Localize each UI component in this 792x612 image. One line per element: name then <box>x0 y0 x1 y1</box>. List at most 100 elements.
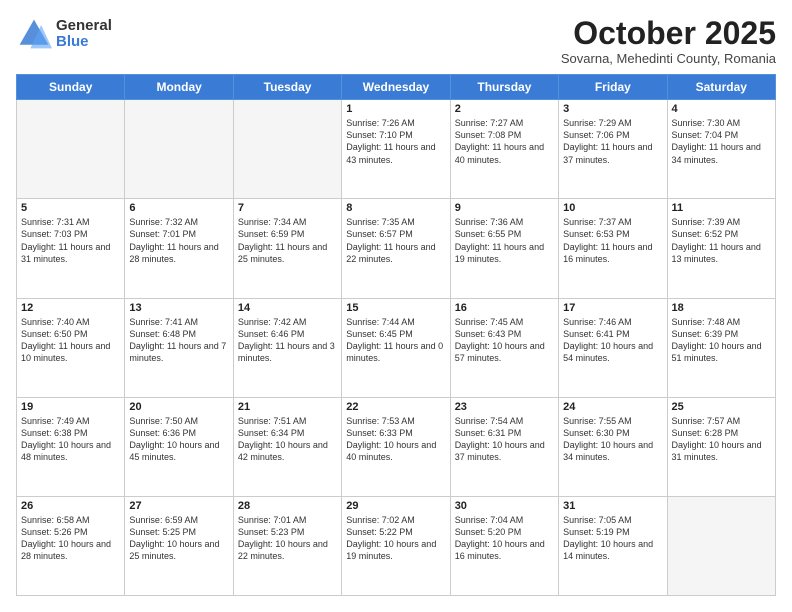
day-number: 30 <box>455 500 554 512</box>
day-cell-28: 28 Sunrise: 7:01 AMSunset: 5:23 PMDayligh… <box>233 496 341 595</box>
day-number: 27 <box>129 500 228 512</box>
day-cell-18: 18 Sunrise: 7:48 AMSunset: 6:39 PMDayligh… <box>667 298 775 397</box>
day-number: 15 <box>346 302 445 314</box>
day-number: 22 <box>346 401 445 413</box>
logo-blue: Blue <box>56 34 112 51</box>
day-info: Sunrise: 7:51 AMSunset: 6:34 PMDaylight:… <box>238 415 337 464</box>
day-number: 7 <box>238 202 337 214</box>
day-info: Sunrise: 7:34 AMSunset: 6:59 PMDaylight:… <box>238 216 337 265</box>
day-info: Sunrise: 7:32 AMSunset: 7:01 PMDaylight:… <box>129 216 228 265</box>
day-cell-16: 16 Sunrise: 7:45 AMSunset: 6:43 PMDayligh… <box>450 298 558 397</box>
weekday-header-friday: Friday <box>559 75 667 100</box>
month-title: October 2025 <box>561 16 776 51</box>
day-cell-3: 3 Sunrise: 7:29 AMSunset: 7:06 PMDaylight… <box>559 100 667 199</box>
day-cell-12: 12Sunrise: 7:40 AMSunset: 6:50 PMDayligh… <box>17 298 125 397</box>
day-info: Sunrise: 7:37 AMSunset: 6:53 PMDaylight:… <box>563 216 662 265</box>
day-number: 21 <box>238 401 337 413</box>
day-number: 9 <box>455 202 554 214</box>
day-number: 28 <box>238 500 337 512</box>
day-info: Sunrise: 7:05 AMSunset: 5:19 PMDaylight:… <box>563 514 662 563</box>
day-number: 6 <box>129 202 228 214</box>
logo-general: General <box>56 18 112 35</box>
weekday-header-thursday: Thursday <box>450 75 558 100</box>
day-info: Sunrise: 7:42 AMSunset: 6:46 PMDaylight:… <box>238 316 337 365</box>
day-cell-13: 13 Sunrise: 7:41 AMSunset: 6:48 PMDayligh… <box>125 298 233 397</box>
day-cell-29: 29Sunrise: 7:02 AMSunset: 5:22 PMDayligh… <box>342 496 450 595</box>
day-cell-8: 8Sunrise: 7:35 AMSunset: 6:57 PMDaylight… <box>342 199 450 298</box>
day-info: Sunrise: 7:57 AMSunset: 6:28 PMDaylight:… <box>672 415 771 464</box>
day-info: Sunrise: 7:35 AMSunset: 6:57 PMDaylight:… <box>346 216 445 265</box>
day-number: 5 <box>21 202 120 214</box>
day-cell-27: 27Sunrise: 6:59 AMSunset: 5:25 PMDayligh… <box>125 496 233 595</box>
logo-text: General Blue <box>56 18 112 51</box>
day-cell-15: 15 Sunrise: 7:44 AMSunset: 6:45 PMDayligh… <box>342 298 450 397</box>
empty-cell <box>17 100 125 199</box>
day-number: 31 <box>563 500 662 512</box>
day-info: Sunrise: 7:50 AMSunset: 6:36 PMDaylight:… <box>129 415 228 464</box>
day-number: 20 <box>129 401 228 413</box>
day-info: Sunrise: 7:27 AMSunset: 7:08 PMDaylight:… <box>455 117 554 166</box>
day-number: 4 <box>672 103 771 115</box>
day-info: Sunrise: 7:49 AMSunset: 6:38 PMDaylight:… <box>21 415 120 464</box>
location-subtitle: Sovarna, Mehedinti County, Romania <box>561 51 776 66</box>
day-cell-20: 20 Sunrise: 7:50 AMSunset: 6:36 PMDayligh… <box>125 397 233 496</box>
day-info: Sunrise: 7:48 AMSunset: 6:39 PMDaylight:… <box>672 316 771 365</box>
day-number: 24 <box>563 401 662 413</box>
day-number: 3 <box>563 103 662 115</box>
day-cell-23: 23Sunrise: 7:54 AMSunset: 6:31 PMDayligh… <box>450 397 558 496</box>
day-cell-9: 9 Sunrise: 7:36 AMSunset: 6:55 PMDaylight… <box>450 199 558 298</box>
day-number: 19 <box>21 401 120 413</box>
weekday-header-saturday: Saturday <box>667 75 775 100</box>
day-cell-4: 4Sunrise: 7:30 AMSunset: 7:04 PMDaylight… <box>667 100 775 199</box>
day-cell-22: 22 Sunrise: 7:53 AMSunset: 6:33 PMDayligh… <box>342 397 450 496</box>
day-number: 18 <box>672 302 771 314</box>
weekday-header-monday: Monday <box>125 75 233 100</box>
day-cell-26: 26 Sunrise: 6:58 AMSunset: 5:26 PMDayligh… <box>17 496 125 595</box>
day-info: Sunrise: 7:44 AMSunset: 6:45 PMDaylight:… <box>346 316 445 365</box>
calendar: SundayMondayTuesdayWednesdayThursdayFrid… <box>16 74 776 596</box>
day-number: 11 <box>672 202 771 214</box>
day-info: Sunrise: 7:29 AMSunset: 7:06 PMDaylight:… <box>563 117 662 166</box>
weekday-header-tuesday: Tuesday <box>233 75 341 100</box>
weekday-header-wednesday: Wednesday <box>342 75 450 100</box>
empty-cell <box>233 100 341 199</box>
day-number: 10 <box>563 202 662 214</box>
day-number: 1 <box>346 103 445 115</box>
day-number: 13 <box>129 302 228 314</box>
day-cell-6: 6 Sunrise: 7:32 AMSunset: 7:01 PMDaylight… <box>125 199 233 298</box>
day-cell-7: 7 Sunrise: 7:34 AMSunset: 6:59 PMDaylight… <box>233 199 341 298</box>
day-info: Sunrise: 7:02 AMSunset: 5:22 PMDaylight:… <box>346 514 445 563</box>
day-number: 23 <box>455 401 554 413</box>
day-info: Sunrise: 7:53 AMSunset: 6:33 PMDaylight:… <box>346 415 445 464</box>
day-cell-17: 17Sunrise: 7:46 AMSunset: 6:41 PMDayligh… <box>559 298 667 397</box>
day-cell-2: 2Sunrise: 7:27 AMSunset: 7:08 PMDaylight… <box>450 100 558 199</box>
day-cell-31: 31 Sunrise: 7:05 AMSunset: 5:19 PMDayligh… <box>559 496 667 595</box>
day-number: 26 <box>21 500 120 512</box>
day-cell-10: 10 Sunrise: 7:37 AMSunset: 6:53 PMDayligh… <box>559 199 667 298</box>
day-info: Sunrise: 7:31 AMSunset: 7:03 PMDaylight:… <box>21 216 120 265</box>
title-area: October 2025 Sovarna, Mehedinti County, … <box>561 16 776 66</box>
day-number: 14 <box>238 302 337 314</box>
empty-cell <box>667 496 775 595</box>
week-row-1: 1Sunrise: 7:26 AMSunset: 7:10 PMDaylight… <box>17 100 776 199</box>
empty-cell <box>125 100 233 199</box>
day-info: Sunrise: 6:58 AMSunset: 5:26 PMDaylight:… <box>21 514 120 563</box>
day-number: 16 <box>455 302 554 314</box>
day-info: Sunrise: 7:41 AMSunset: 6:48 PMDaylight:… <box>129 316 228 365</box>
day-info: Sunrise: 7:36 AMSunset: 6:55 PMDaylight:… <box>455 216 554 265</box>
week-row-5: 26 Sunrise: 6:58 AMSunset: 5:26 PMDayligh… <box>17 496 776 595</box>
day-info: Sunrise: 7:01 AMSunset: 5:23 PMDaylight:… <box>238 514 337 563</box>
week-row-2: 5 Sunrise: 7:31 AMSunset: 7:03 PMDaylight… <box>17 199 776 298</box>
day-info: Sunrise: 7:39 AMSunset: 6:52 PMDaylight:… <box>672 216 771 265</box>
week-row-3: 12Sunrise: 7:40 AMSunset: 6:50 PMDayligh… <box>17 298 776 397</box>
day-number: 17 <box>563 302 662 314</box>
weekday-header-sunday: Sunday <box>17 75 125 100</box>
logo-icon <box>16 16 52 52</box>
day-cell-1: 1Sunrise: 7:26 AMSunset: 7:10 PMDaylight… <box>342 100 450 199</box>
weekday-header-row: SundayMondayTuesdayWednesdayThursdayFrid… <box>17 75 776 100</box>
logo: General Blue <box>16 16 112 52</box>
day-cell-21: 21 Sunrise: 7:51 AMSunset: 6:34 PMDayligh… <box>233 397 341 496</box>
day-cell-19: 19 Sunrise: 7:49 AMSunset: 6:38 PMDayligh… <box>17 397 125 496</box>
day-cell-24: 24Sunrise: 7:55 AMSunset: 6:30 PMDayligh… <box>559 397 667 496</box>
day-info: Sunrise: 7:45 AMSunset: 6:43 PMDaylight:… <box>455 316 554 365</box>
